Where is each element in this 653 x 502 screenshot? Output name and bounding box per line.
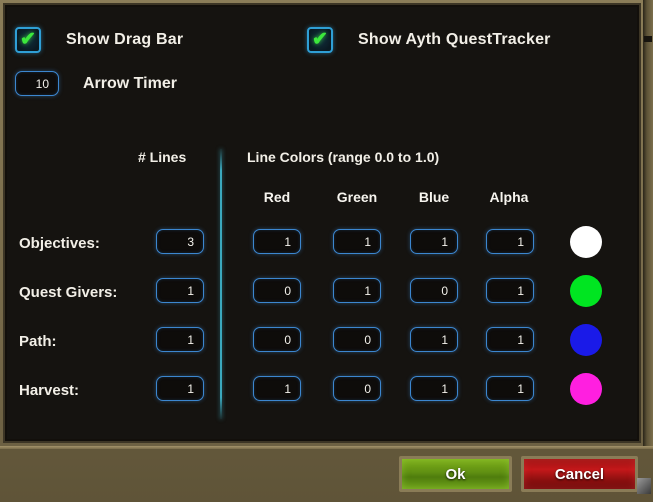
row-label-harvest: Harvest: <box>19 382 80 399</box>
input-path-alpha[interactable]: 1 <box>486 327 534 352</box>
input-objectives-red[interactable]: 1 <box>253 229 301 254</box>
header-blue: Blue <box>418 189 450 205</box>
input-quest-givers-green[interactable]: 1 <box>333 278 381 303</box>
swatch-path <box>570 324 602 356</box>
header-green: Green <box>336 189 378 205</box>
input-quest-givers-alpha[interactable]: 1 <box>486 278 534 303</box>
swatch-quest-givers <box>570 275 602 307</box>
header-lines: # Lines <box>138 149 187 165</box>
row-label-objectives: Objectives: <box>19 235 100 252</box>
row-label-quest-givers: Quest Givers: <box>19 284 118 301</box>
quest-tracker-settings-dialog: ✔ Show Drag Bar ✔ Show Ayth QuestTracker… <box>0 0 653 502</box>
input-objectives-lines[interactable]: 3 <box>156 229 204 254</box>
dialog-panel: ✔ Show Drag Bar ✔ Show Ayth QuestTracker… <box>7 7 637 439</box>
input-path-lines[interactable]: 1 <box>156 327 204 352</box>
dialog-frame: ✔ Show Drag Bar ✔ Show Ayth QuestTracker… <box>0 0 653 446</box>
input-harvest-lines[interactable]: 1 <box>156 376 204 401</box>
input-path-red[interactable]: 0 <box>253 327 301 352</box>
input-objectives-blue[interactable]: 1 <box>410 229 458 254</box>
footer-top-highlight <box>0 446 653 449</box>
input-quest-givers-lines[interactable]: 1 <box>156 278 204 303</box>
swatch-objectives <box>570 226 602 258</box>
input-harvest-alpha[interactable]: 1 <box>486 376 534 401</box>
input-quest-givers-red[interactable]: 0 <box>253 278 301 303</box>
ok-button[interactable]: Ok <box>399 456 512 492</box>
input-harvest-blue[interactable]: 1 <box>410 376 458 401</box>
input-harvest-red[interactable]: 1 <box>253 376 301 401</box>
cancel-button[interactable]: Cancel <box>521 456 638 492</box>
header-alpha: Alpha <box>489 189 529 205</box>
line-settings-table: # Lines Line Colors (range 0.0 to 1.0) R… <box>7 7 637 439</box>
header-red: Red <box>263 189 291 205</box>
column-divider <box>220 149 222 419</box>
input-objectives-alpha[interactable]: 1 <box>486 229 534 254</box>
row-label-path: Path: <box>19 333 57 350</box>
right-edge-strip <box>643 0 653 446</box>
swatch-harvest <box>570 373 602 405</box>
input-objectives-green[interactable]: 1 <box>333 229 381 254</box>
right-edge-notch <box>644 36 652 42</box>
input-path-blue[interactable]: 1 <box>410 327 458 352</box>
resize-grip[interactable] <box>637 478 651 494</box>
header-line-colors: Line Colors (range 0.0 to 1.0) <box>247 149 440 165</box>
input-quest-givers-blue[interactable]: 0 <box>410 278 458 303</box>
input-path-green[interactable]: 0 <box>333 327 381 352</box>
input-harvest-green[interactable]: 0 <box>333 376 381 401</box>
